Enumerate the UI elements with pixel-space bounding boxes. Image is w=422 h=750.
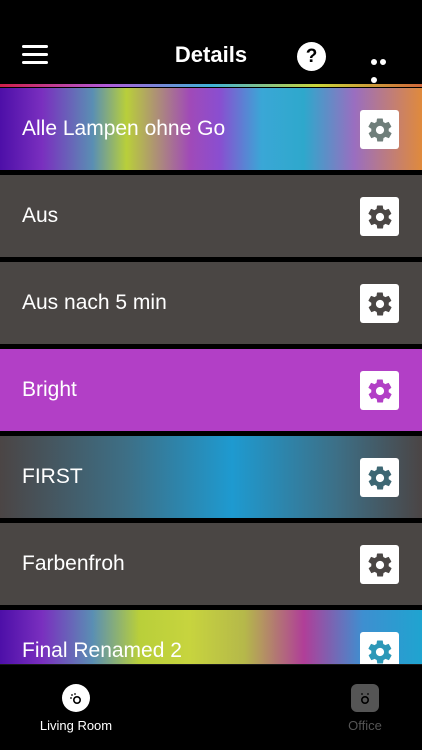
gear-icon	[367, 465, 392, 490]
room-icon	[351, 684, 379, 712]
tab-label: Living Room	[39, 718, 113, 733]
page-title: Details	[174, 42, 248, 67]
scene-settings-button[interactable]	[360, 197, 399, 236]
scene-name: Aus nach 5 min	[22, 291, 167, 314]
scene-row[interactable]: Aus	[0, 175, 422, 257]
scene-row[interactable]: Aus nach 5 min	[0, 262, 422, 344]
scene-settings-button[interactable]	[360, 284, 399, 323]
scene-list: Alle Lampen ohne Go Aus Aus nach 5 min Brig…	[0, 88, 422, 664]
scene-settings-button[interactable]	[360, 632, 399, 664]
scene-row[interactable]: Final Renamed 2	[0, 610, 422, 664]
scene-row[interactable]: Bright	[0, 349, 422, 431]
scene-row[interactable]: Alle Lampen ohne Go	[0, 88, 422, 170]
scene-name: FIRST	[22, 465, 83, 488]
scene-settings-button[interactable]	[360, 458, 399, 497]
gear-icon	[367, 117, 392, 142]
help-icon[interactable]: ?	[297, 42, 326, 71]
scene-settings-button[interactable]	[360, 110, 399, 149]
tab-label: Office	[348, 718, 382, 733]
scene-name: Bright	[22, 378, 77, 401]
scene-row[interactable]: FIRST	[0, 436, 422, 518]
scene-name: Farbenfroh	[22, 552, 125, 575]
scene-name: Final Renamed 2	[22, 639, 182, 662]
gear-icon	[367, 291, 392, 316]
gear-icon	[367, 639, 392, 664]
scene-name: Alle Lampen ohne Go	[22, 117, 226, 140]
more-options-icon[interactable]	[371, 52, 397, 83]
tab-living-room[interactable]: Living Room	[6, 665, 146, 750]
tab-office[interactable]: Office	[295, 665, 422, 750]
scene-settings-button[interactable]	[360, 545, 399, 584]
room-icon	[62, 684, 90, 712]
tab-bar: Living Room Office	[0, 664, 422, 750]
scene-name: Aus	[22, 204, 59, 227]
header: Details ?	[0, 0, 422, 87]
gear-icon	[367, 552, 392, 577]
header-divider	[0, 84, 422, 87]
gear-icon	[367, 204, 392, 229]
scene-settings-button[interactable]	[360, 371, 399, 410]
scene-row[interactable]: Farbenfroh	[0, 523, 422, 605]
gear-icon	[367, 378, 392, 403]
